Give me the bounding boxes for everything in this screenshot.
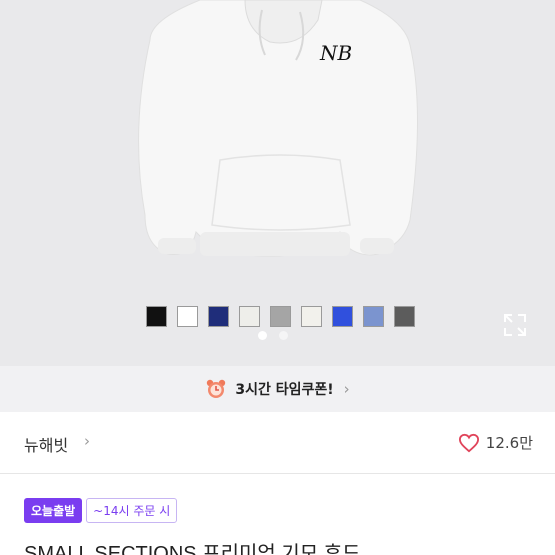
color-swatch-charcoal[interactable] [394, 306, 415, 327]
today-shipping-badge: 오늘출발 [24, 498, 83, 523]
order-cutoff-badge: ~14시 주문 시 [86, 498, 178, 523]
delivery-badges: 오늘출발 ~14시 주문 시 [24, 498, 178, 523]
product-title: SMALL SECTIONS 프리미엄 기모 후드 [24, 543, 361, 555]
like-count: 12.6만 [485, 434, 533, 452]
carousel-dot[interactable] [258, 331, 267, 340]
chevron-right-icon[interactable]: › [84, 432, 90, 450]
heart-icon [458, 433, 479, 452]
color-swatch-cream[interactable] [301, 306, 322, 327]
color-swatch-black[interactable] [146, 306, 167, 327]
color-swatch-gray[interactable] [270, 306, 291, 327]
carousel-dot[interactable] [279, 331, 288, 340]
shop-name-link[interactable]: 뉴해빗 [24, 432, 68, 456]
product-image-carousel[interactable]: NB [0, 0, 555, 366]
brand-logo: NB [319, 41, 352, 65]
carousel-dots [258, 331, 288, 340]
color-swatch-white[interactable] [177, 306, 198, 327]
color-swatch-blue[interactable] [332, 306, 353, 327]
color-swatch-ivory[interactable] [239, 306, 260, 327]
color-swatch-navy[interactable] [208, 306, 229, 327]
color-swatch-sky[interactable] [363, 306, 384, 327]
like-button[interactable]: 12.6만 [458, 432, 533, 453]
chevron-right-icon: › [343, 380, 350, 398]
expand-icon[interactable] [502, 312, 528, 338]
coupon-label: 3시간 타임쿠폰! [235, 382, 334, 398]
time-coupon-banner[interactable]: 3시간 타임쿠폰! › [0, 366, 555, 412]
shop-row: 뉴해빗 › 12.6만 [0, 412, 555, 474]
color-swatches [146, 306, 415, 327]
alarm-clock-icon [207, 379, 226, 398]
